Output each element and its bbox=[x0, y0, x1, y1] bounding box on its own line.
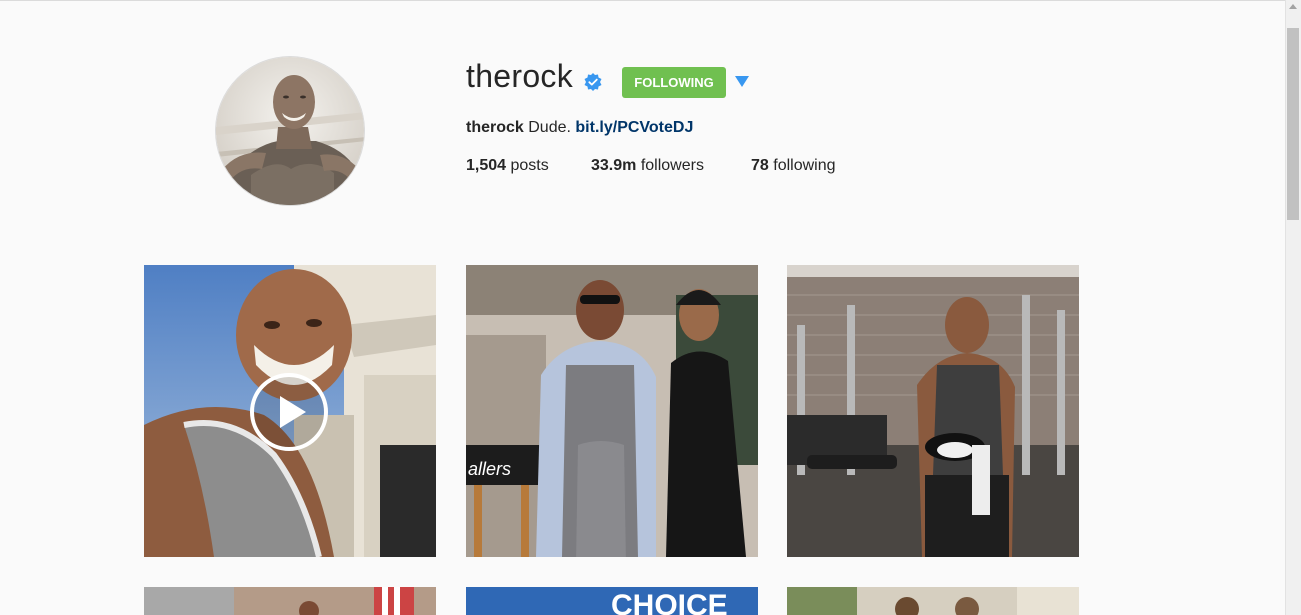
posts-label: posts bbox=[510, 157, 549, 174]
scrollbar-thumb[interactable] bbox=[1287, 28, 1299, 220]
caret-down-icon[interactable] bbox=[735, 73, 751, 89]
svg-text:allers: allers bbox=[468, 459, 511, 479]
post-thumbnail[interactable]: allers bbox=[466, 265, 758, 557]
bio-link[interactable]: bit.ly/PCVoteDJ bbox=[575, 119, 693, 136]
bio-name: therock bbox=[466, 119, 524, 136]
profile-avatar[interactable] bbox=[215, 56, 365, 206]
post-thumbnail-video[interactable] bbox=[144, 265, 436, 557]
followers-label: followers bbox=[640, 157, 704, 174]
following-button[interactable]: FOLLOWING bbox=[622, 67, 726, 98]
following-label: following bbox=[773, 157, 836, 174]
scroll-up-arrow-icon[interactable] bbox=[1289, 4, 1297, 9]
username: therock bbox=[466, 58, 574, 94]
posts-count: 1,504 bbox=[466, 157, 507, 174]
followers-count: 33.9m bbox=[591, 157, 637, 174]
bio: therock Dude. bit.ly/PCVoteDJ bbox=[466, 118, 693, 138]
play-icon bbox=[250, 373, 328, 451]
following-count: 78 bbox=[751, 157, 769, 174]
post-thumbnail[interactable] bbox=[144, 587, 436, 615]
svg-text:CHOICE: CHOICE bbox=[611, 589, 728, 615]
post-thumbnail[interactable]: CHOICE bbox=[466, 587, 758, 615]
post-thumbnail[interactable] bbox=[787, 587, 1079, 615]
verified-badge-icon bbox=[584, 73, 602, 91]
posts-stat: 1,504 posts bbox=[466, 156, 549, 176]
followers-stat[interactable]: 33.9m followers bbox=[591, 156, 704, 176]
vertical-scrollbar[interactable] bbox=[1285, 0, 1301, 615]
top-border bbox=[0, 0, 1285, 1]
post-thumbnail[interactable] bbox=[787, 265, 1079, 557]
bio-text: Dude. bbox=[528, 119, 571, 136]
following-stat[interactable]: 78 following bbox=[751, 156, 836, 176]
